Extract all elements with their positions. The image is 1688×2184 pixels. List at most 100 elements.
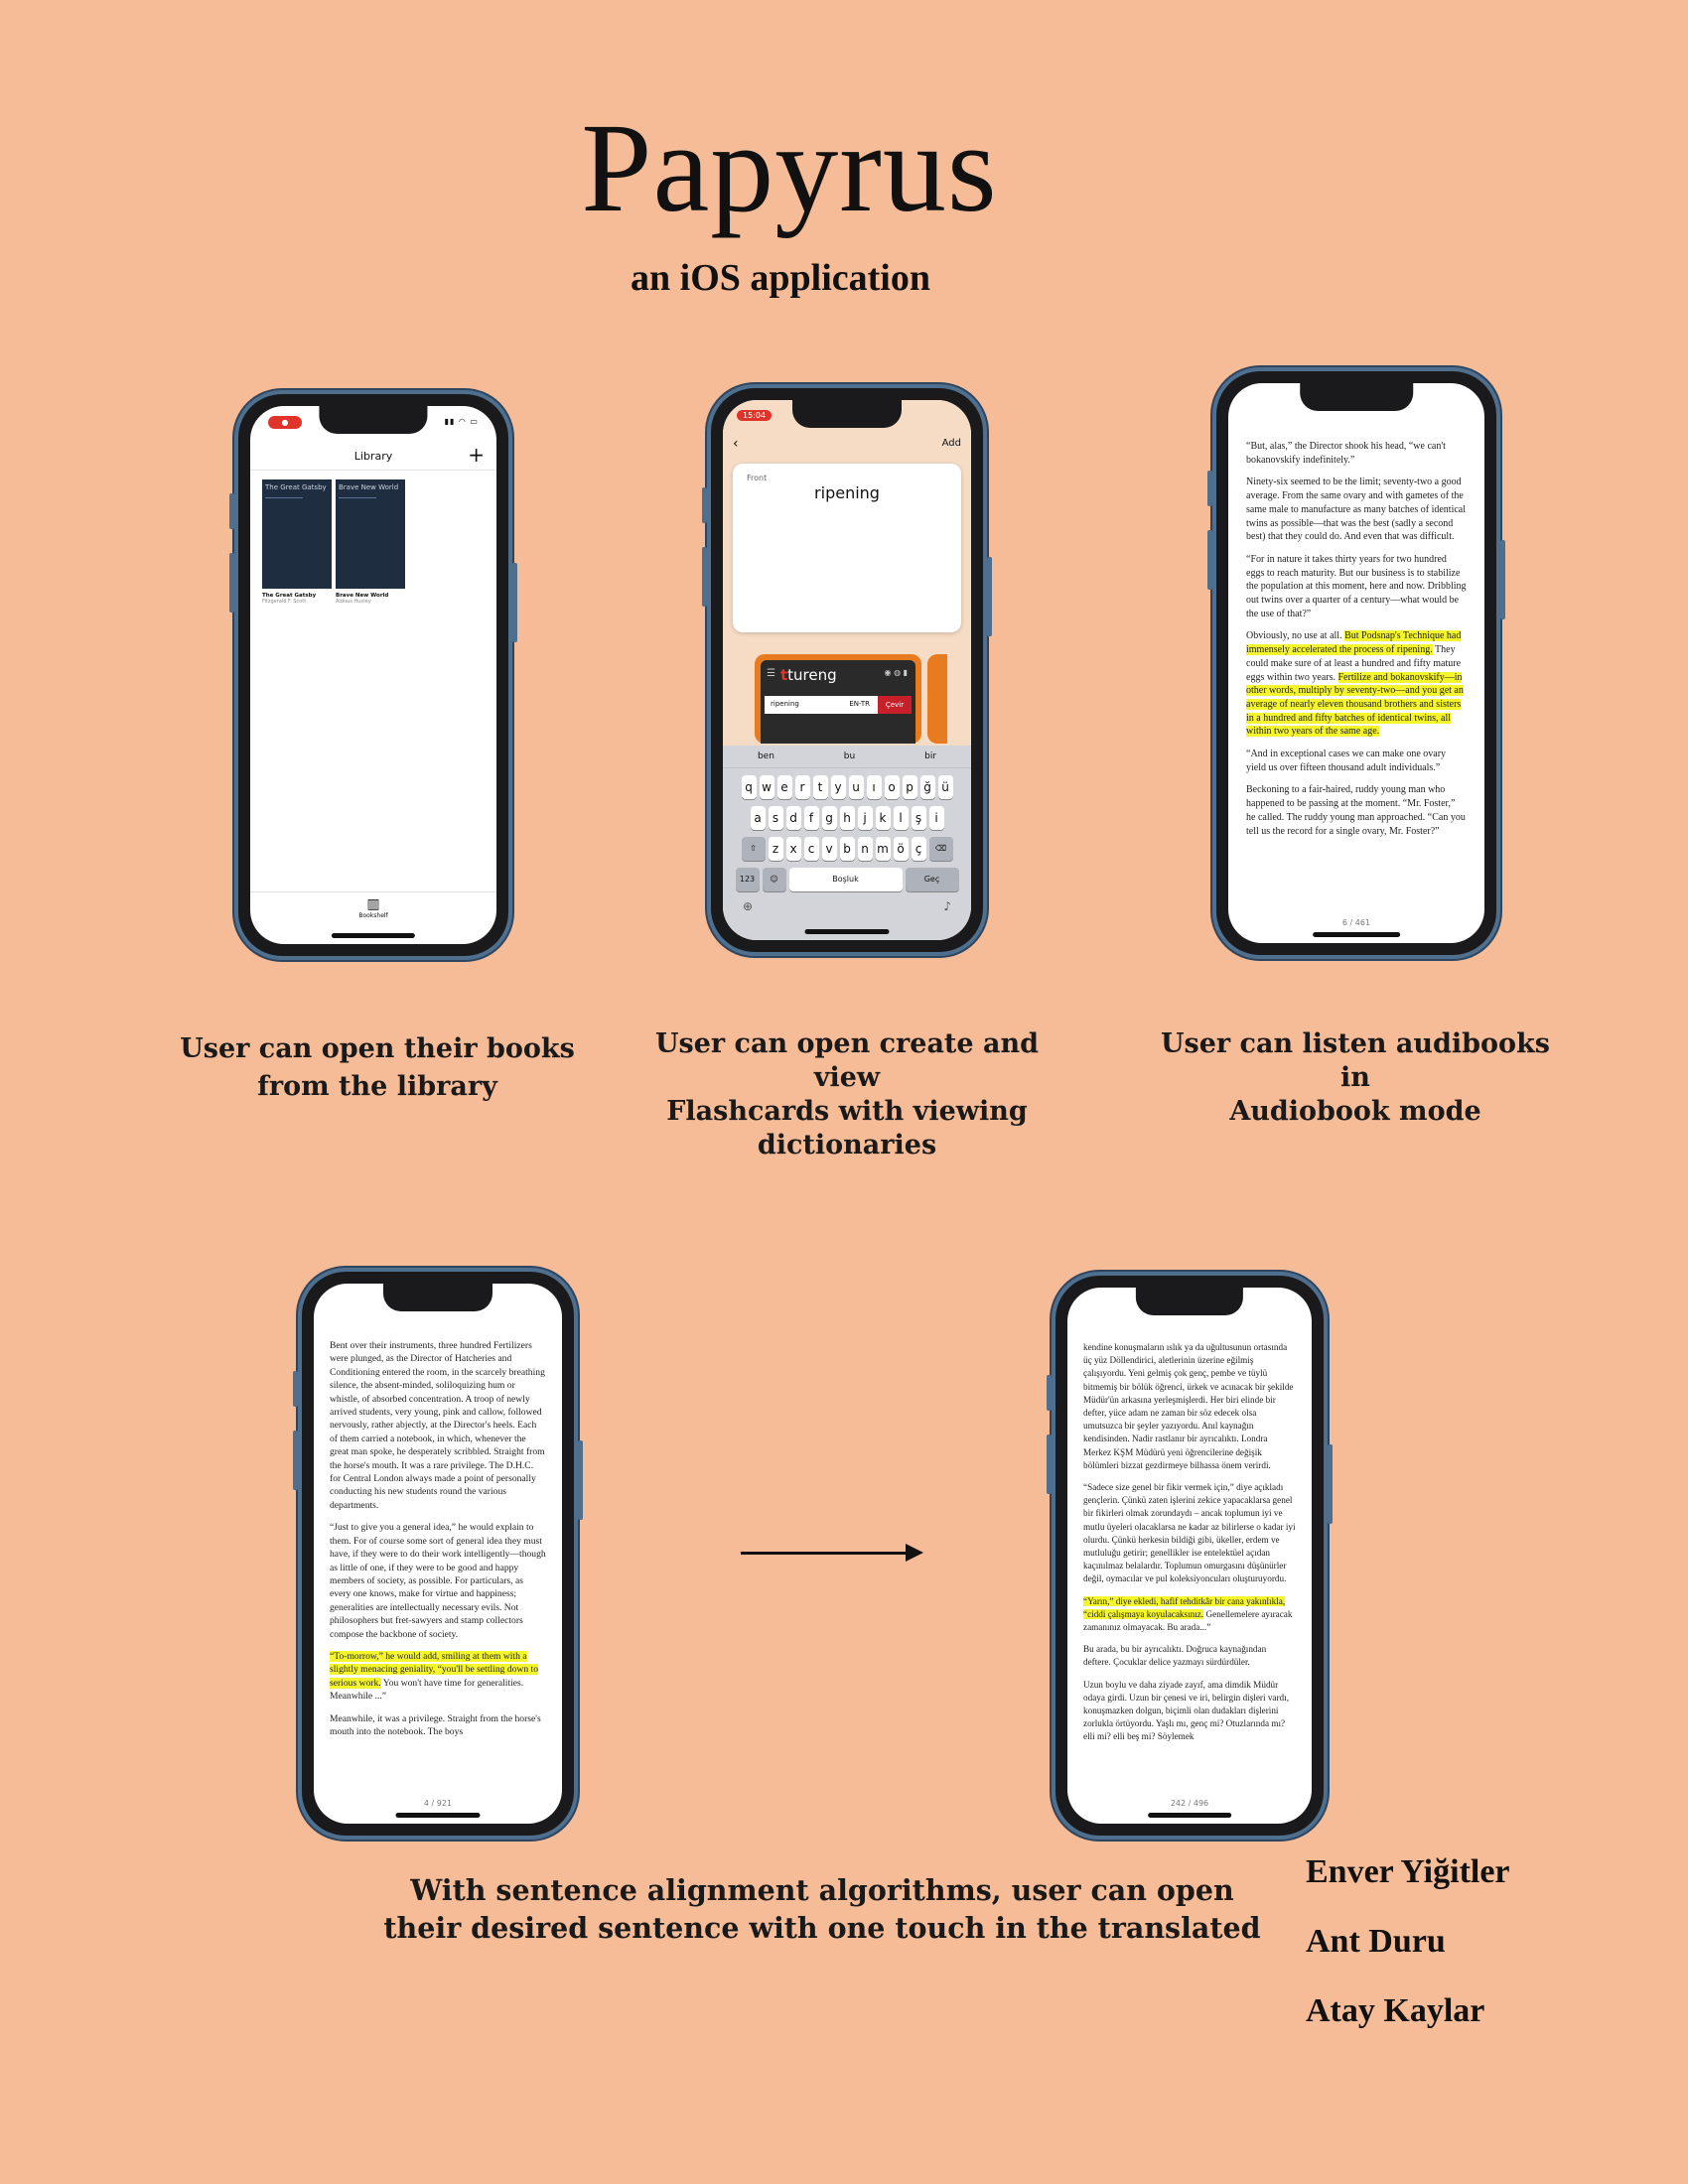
letter-key[interactable]: v: [821, 837, 837, 861]
key-row: asdfghjklşi: [723, 806, 971, 830]
letter-key[interactable]: f: [803, 806, 819, 830]
page-indicator: 242 / 496: [1170, 1799, 1209, 1808]
letter-key[interactable]: t: [812, 775, 828, 799]
library-title: Library: [353, 450, 393, 463]
letter-key[interactable]: r: [794, 775, 810, 799]
translate-button[interactable]: Çevir: [878, 696, 912, 714]
key-row: qwertyuıopğü: [723, 775, 971, 799]
card-word: ripening: [814, 483, 880, 502]
english-reader-phone: Bent over their instruments, three hundr…: [293, 1272, 583, 1836]
letter-key[interactable]: o: [884, 775, 900, 799]
audiobook-screen: “But, alas,” the Director shook his head…: [1228, 383, 1484, 943]
letter-key[interactable]: ç: [911, 837, 926, 861]
letter-key[interactable]: m: [875, 837, 891, 861]
reader-text[interactable]: kendine konuşmaların ıslık ya da uğultus…: [1083, 1341, 1296, 1753]
letter-key[interactable]: ı: [866, 775, 882, 799]
add-button[interactable]: Add: [942, 438, 961, 449]
flashcard-screen: 15:04 ‹ Add Front ripening ☰ ttureng ◉ ◍…: [723, 400, 971, 940]
letter-key[interactable]: p: [902, 775, 917, 799]
letter-key[interactable]: h: [839, 806, 855, 830]
book-author: Fitzgerald F. Scott: [262, 599, 307, 605]
page-indicator: 4 / 921: [423, 1799, 453, 1808]
dictionary-card[interactable]: ☰ ttureng ◉ ◍ ▮ ripening EN-TR Çevir: [755, 654, 921, 744]
microphone-icon[interactable]: ♪: [943, 899, 951, 913]
letter-key[interactable]: ğ: [919, 775, 935, 799]
book-item[interactable]: The Great Gatsby The Great Gatsby Fitzge…: [262, 479, 332, 605]
numbers-key[interactable]: 123: [735, 868, 760, 891]
caption-audiobook: User can listen audibooks in Audiobook mo…: [1161, 1028, 1550, 1127]
letter-key[interactable]: n: [857, 837, 873, 861]
card-side-label: Front: [747, 474, 768, 482]
letter-key[interactable]: ü: [937, 775, 953, 799]
letter-key[interactable]: ş: [911, 806, 926, 830]
letter-key[interactable]: g: [821, 806, 837, 830]
audiobook-phone: “But, alas,” the Director shook his head…: [1207, 371, 1505, 955]
letter-key[interactable]: a: [750, 806, 766, 830]
book-cover[interactable]: Brave New World: [336, 479, 405, 589]
letter-key[interactable]: l: [893, 806, 909, 830]
app-title: Papyrus: [581, 97, 998, 238]
letter-key[interactable]: c: [803, 837, 819, 861]
letter-key[interactable]: u: [848, 775, 864, 799]
letter-key[interactable]: j: [857, 806, 873, 830]
keyboard[interactable]: ben bu bir qwertyuıopğü asdfghjklşi ⇧ zx…: [723, 746, 971, 940]
return-key[interactable]: Geç: [905, 868, 959, 891]
turkish-reader-phone: kendine konuşmaların ıslık ya da uğultus…: [1047, 1276, 1333, 1836]
letter-key[interactable]: y: [830, 775, 846, 799]
flashcard-nav: ‹ Add: [733, 436, 961, 452]
emoji-key[interactable]: ☺: [762, 868, 786, 891]
letter-key[interactable]: k: [875, 806, 891, 830]
letter-key[interactable]: x: [785, 837, 801, 861]
letter-key[interactable]: w: [759, 775, 774, 799]
menu-icon[interactable]: ☰: [767, 668, 775, 679]
status-time: 15:04: [737, 410, 773, 421]
back-icon[interactable]: ‹: [733, 436, 739, 452]
english-reader-screen: Bent over their instruments, three hundr…: [314, 1284, 562, 1824]
language-select[interactable]: EN-TR: [849, 700, 870, 708]
arrow-right-icon: [906, 1544, 923, 1562]
dictionary-tools-icon[interactable]: ◉ ◍ ▮: [885, 668, 908, 677]
letter-key[interactable]: b: [839, 837, 855, 861]
suggestion-bar[interactable]: ben bu bir: [723, 746, 971, 768]
letter-key[interactable]: s: [768, 806, 783, 830]
library-phone: ● ▮▮ ◠ ▭ Library + The Great Gatsby The …: [229, 394, 517, 956]
dictionary-logo: ttureng: [780, 666, 837, 684]
letter-key[interactable]: e: [776, 775, 792, 799]
caption-alignment: With sentence alignment algorithms, user…: [383, 1873, 1261, 1945]
shift-key[interactable]: ⇧: [741, 837, 766, 861]
arrow-line: [741, 1552, 910, 1555]
caption-flashcards: User can open create and view Flashcards …: [654, 1028, 1039, 1160]
recording-icon: ●: [268, 416, 302, 429]
letter-key[interactable]: ö: [893, 837, 909, 861]
books-icon: ▥: [366, 896, 380, 912]
flashcard[interactable]: Front ripening: [733, 464, 961, 632]
library-screen: ● ▮▮ ◠ ▭ Library + The Great Gatsby The …: [250, 406, 496, 944]
tab-bookshelf[interactable]: ▥ Bookshelf: [250, 891, 496, 926]
delete-key[interactable]: ⌫: [928, 837, 953, 861]
globe-icon[interactable]: ⊕: [743, 899, 753, 913]
library-header: Library +: [250, 444, 496, 471]
space-key[interactable]: Boşluk: [788, 868, 903, 891]
letter-key[interactable]: i: [928, 806, 944, 830]
caption-library: User can open their books from the librar…: [180, 1033, 575, 1102]
letter-key[interactable]: z: [768, 837, 783, 861]
letter-key[interactable]: d: [785, 806, 801, 830]
author-name: Ant Duru: [1306, 1923, 1446, 1960]
signal-battery-icon: ▮▮ ◠ ▭: [444, 417, 479, 426]
key-row: 123 ☺ Boşluk Geç: [723, 868, 971, 891]
next-dictionary-card[interactable]: [927, 654, 947, 744]
flashcard-phone: 15:04 ‹ Add Front ripening ☰ ttureng ◉ ◍…: [702, 388, 992, 952]
tab-label: Bookshelf: [358, 912, 388, 919]
book-item[interactable]: Brave New World Brave New World Aldous H…: [336, 479, 405, 605]
turkish-reader-screen: kendine konuşmaların ıslık ya da uğultus…: [1067, 1288, 1312, 1824]
author-name: Enver Yiğitler: [1306, 1853, 1510, 1890]
letter-key[interactable]: q: [741, 775, 757, 799]
page-indicator: 6 / 461: [1341, 918, 1371, 927]
author-name: Atay Kaylar: [1306, 1992, 1485, 2029]
reader-text[interactable]: Bent over their instruments, three hundr…: [330, 1339, 546, 1747]
book-cover[interactable]: The Great Gatsby: [262, 479, 332, 589]
dictionary-search-field[interactable]: ripening EN-TR Çevir: [765, 696, 912, 714]
plus-icon[interactable]: +: [468, 444, 485, 466]
reader-text[interactable]: “But, alas,” the Director shook his head…: [1246, 440, 1467, 847]
app-subtitle: an iOS application: [631, 257, 930, 299]
